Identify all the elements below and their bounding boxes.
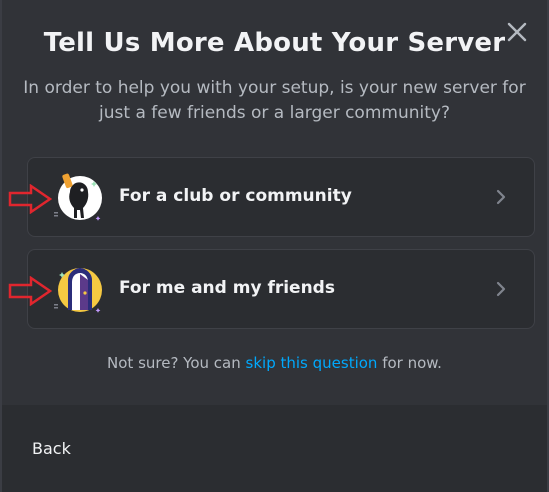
- chevron-right-icon: [496, 281, 506, 297]
- club-community-icon: [50, 168, 110, 228]
- option-me-and-friends[interactable]: For me and my friends: [27, 249, 535, 329]
- modal-footer: Back: [2, 405, 547, 492]
- option-label: For me and my friends: [119, 278, 335, 298]
- skip-hint: Not sure? You can skip this question for…: [2, 354, 547, 372]
- skip-hint-suffix: for now.: [382, 354, 442, 372]
- modal-subtitle: In order to help you with your setup, is…: [23, 78, 526, 123]
- skip-question-link[interactable]: skip this question: [246, 354, 378, 372]
- red-arrow-icon: [8, 276, 53, 306]
- server-setup-modal: Tell Us More About Your Server In order …: [0, 0, 549, 492]
- red-arrow-icon: [8, 184, 53, 214]
- skip-hint-prefix: Not sure? You can: [107, 354, 241, 372]
- back-button[interactable]: Back: [32, 439, 71, 458]
- modal-title: Tell Us More About Your Server: [43, 28, 506, 58]
- chevron-right-icon: [496, 189, 506, 205]
- option-club-community[interactable]: For a club or community: [27, 157, 535, 237]
- friends-door-icon: [50, 260, 110, 320]
- option-label: For a club or community: [119, 186, 352, 206]
